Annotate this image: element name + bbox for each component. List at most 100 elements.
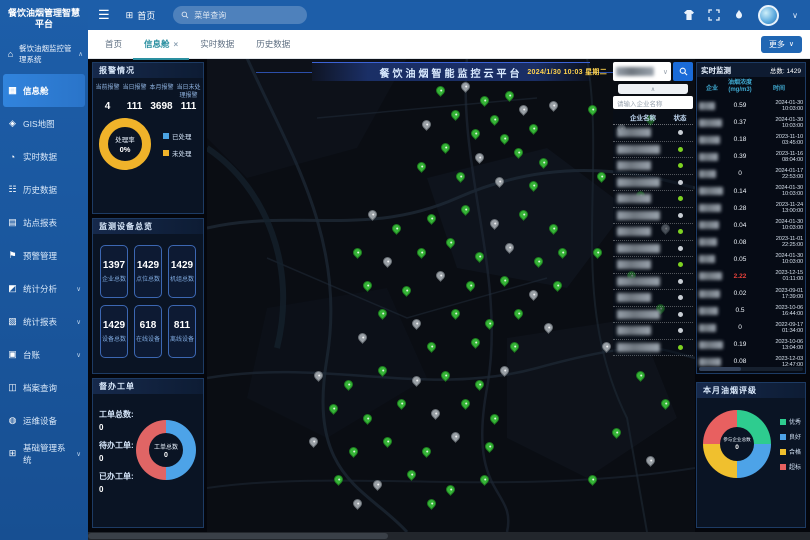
realtime-row[interactable]: 0.142024-01-30 10:03:00 xyxy=(697,182,805,199)
map-pin[interactable] xyxy=(464,279,477,292)
map-pin[interactable] xyxy=(498,132,511,145)
map-pin[interactable] xyxy=(517,104,530,117)
map-pin[interactable] xyxy=(376,307,389,320)
map-pin[interactable] xyxy=(425,213,438,226)
device-stat-box[interactable]: 811离线设备 xyxy=(168,305,196,358)
map-pin[interactable] xyxy=(527,122,540,135)
menu-search-input[interactable]: 菜单查询 xyxy=(173,6,307,24)
map-canvas[interactable]: 餐饮油烟智能监控云平台 2024/1/30 10:03 星期二 ∨ ∧ 请输入企… xyxy=(207,58,695,532)
map-pin[interactable] xyxy=(352,497,365,510)
device-stat-box[interactable]: 1429点位总数 xyxy=(134,245,162,298)
map-pin[interactable] xyxy=(537,156,550,169)
map-pin[interactable] xyxy=(400,284,413,297)
map-pin[interactable] xyxy=(474,378,487,391)
sidebar-item-基础管理系统[interactable]: ⊞基础管理系统∨ xyxy=(0,437,88,470)
map-pin[interactable] xyxy=(488,217,501,230)
map-pin[interactable] xyxy=(420,118,433,131)
sidebar-item-档案查询[interactable]: ◫档案查询 xyxy=(0,371,88,404)
map-pin[interactable] xyxy=(342,378,355,391)
map-pin[interactable] xyxy=(547,99,560,112)
map-pin[interactable] xyxy=(503,89,516,102)
map-pin[interactable] xyxy=(327,402,340,415)
map-pin[interactable] xyxy=(547,222,560,235)
map-pin[interactable] xyxy=(483,440,496,453)
map-pin[interactable] xyxy=(508,341,521,354)
chevron-down-icon[interactable]: ∨ xyxy=(792,11,798,20)
map-pin[interactable] xyxy=(356,331,369,344)
map-pin[interactable] xyxy=(366,208,379,221)
realtime-row[interactable]: 0.372024-01-30 10:03:00 xyxy=(697,114,805,131)
company-row[interactable] xyxy=(613,175,693,192)
map-pin[interactable] xyxy=(444,236,457,249)
sidebar-item-实时数据[interactable]: ◔实时数据 xyxy=(0,140,88,173)
map-pin[interactable] xyxy=(542,322,555,335)
sidebar-item-站点报表[interactable]: ▤站点报表 xyxy=(0,206,88,239)
map-pin[interactable] xyxy=(347,445,360,458)
map-pin[interactable] xyxy=(410,317,423,330)
map-pin[interactable] xyxy=(527,288,540,301)
realtime-row[interactable]: 0.182023-11-10 03:45:00 xyxy=(697,131,805,148)
map-pin[interactable] xyxy=(556,246,569,259)
map-pin[interactable] xyxy=(434,269,447,282)
device-stat-box[interactable]: 618在线设备 xyxy=(134,305,162,358)
map-pin[interactable] xyxy=(312,369,325,382)
map-pin[interactable] xyxy=(415,246,428,259)
sidebar-item-历史数据[interactable]: ☷历史数据 xyxy=(0,173,88,206)
map-pin[interactable] xyxy=(395,397,408,410)
map-pin[interactable] xyxy=(517,208,530,221)
map-pin[interactable] xyxy=(513,307,526,320)
tab-信息舱[interactable]: 信息舱× xyxy=(133,30,189,60)
horizontal-scrollbar[interactable] xyxy=(88,532,810,540)
company-row[interactable] xyxy=(613,257,693,274)
realtime-row[interactable]: 0.282023-11-24 13:00:00 xyxy=(697,200,805,217)
map-pin[interactable] xyxy=(552,279,565,292)
realtime-row[interactable]: 02022-09-17 01:34:00 xyxy=(697,319,805,336)
fullscreen-icon[interactable] xyxy=(708,9,720,21)
realtime-row[interactable]: 0.392023-11-16 08:04:00 xyxy=(697,148,805,165)
map-pin[interactable] xyxy=(493,175,506,188)
device-stat-box[interactable]: 1397企业总数 xyxy=(100,245,128,298)
map-pin[interactable] xyxy=(527,179,540,192)
map-pin[interactable] xyxy=(430,407,443,420)
map-pin[interactable] xyxy=(498,274,511,287)
realtime-row[interactable]: 2.222023-12-15 01:11:00 xyxy=(697,268,805,285)
map-pin[interactable] xyxy=(449,108,462,121)
map-pin[interactable] xyxy=(498,364,511,377)
map-pin[interactable] xyxy=(454,170,467,183)
map-pin[interactable] xyxy=(483,317,496,330)
hamburger-menu-icon[interactable]: ☰ xyxy=(98,7,110,23)
map-pin[interactable] xyxy=(586,473,599,486)
map-pin[interactable] xyxy=(425,341,438,354)
company-row[interactable] xyxy=(613,274,693,291)
realtime-row[interactable]: 0.592024-01-30 10:03:00 xyxy=(697,97,805,114)
map-pin[interactable] xyxy=(381,435,394,448)
map-pin[interactable] xyxy=(532,255,545,268)
sidebar-item-GIS地图[interactable]: ◈GIS地图 xyxy=(0,107,88,140)
company-row[interactable] xyxy=(613,307,693,324)
company-search-button[interactable] xyxy=(673,62,693,81)
map-pin[interactable] xyxy=(503,241,516,254)
sidebar-item-预警管理[interactable]: ⚑预警管理 xyxy=(0,239,88,272)
map-pin[interactable] xyxy=(405,469,418,482)
sidebar-item-运维设备[interactable]: ◍运维设备 xyxy=(0,404,88,437)
map-pin[interactable] xyxy=(439,369,452,382)
map-pin[interactable] xyxy=(474,151,487,164)
realtime-row[interactable]: 0.52023-10-06 16:44:00 xyxy=(697,302,805,319)
map-pin[interactable] xyxy=(444,483,457,496)
map-pin[interactable] xyxy=(449,431,462,444)
map-pin[interactable] xyxy=(469,127,482,140)
map-pin[interactable] xyxy=(381,255,394,268)
company-select[interactable]: ∨ xyxy=(613,62,671,81)
map-pin[interactable] xyxy=(478,94,491,107)
map-pin[interactable] xyxy=(420,445,433,458)
map-pin[interactable] xyxy=(376,364,389,377)
tab-首页[interactable]: 首页 xyxy=(94,30,133,60)
home-breadcrumb[interactable]: ⊞ 首页 xyxy=(126,9,156,22)
map-pin[interactable] xyxy=(308,435,321,448)
map-pin[interactable] xyxy=(488,113,501,126)
map-pin[interactable] xyxy=(410,374,423,387)
realtime-row[interactable]: 0.022023-09-01 17:39:00 xyxy=(697,285,805,302)
company-row[interactable] xyxy=(613,208,693,225)
map-pin[interactable] xyxy=(439,141,452,154)
tab-历史数据[interactable]: 历史数据 xyxy=(245,30,301,60)
